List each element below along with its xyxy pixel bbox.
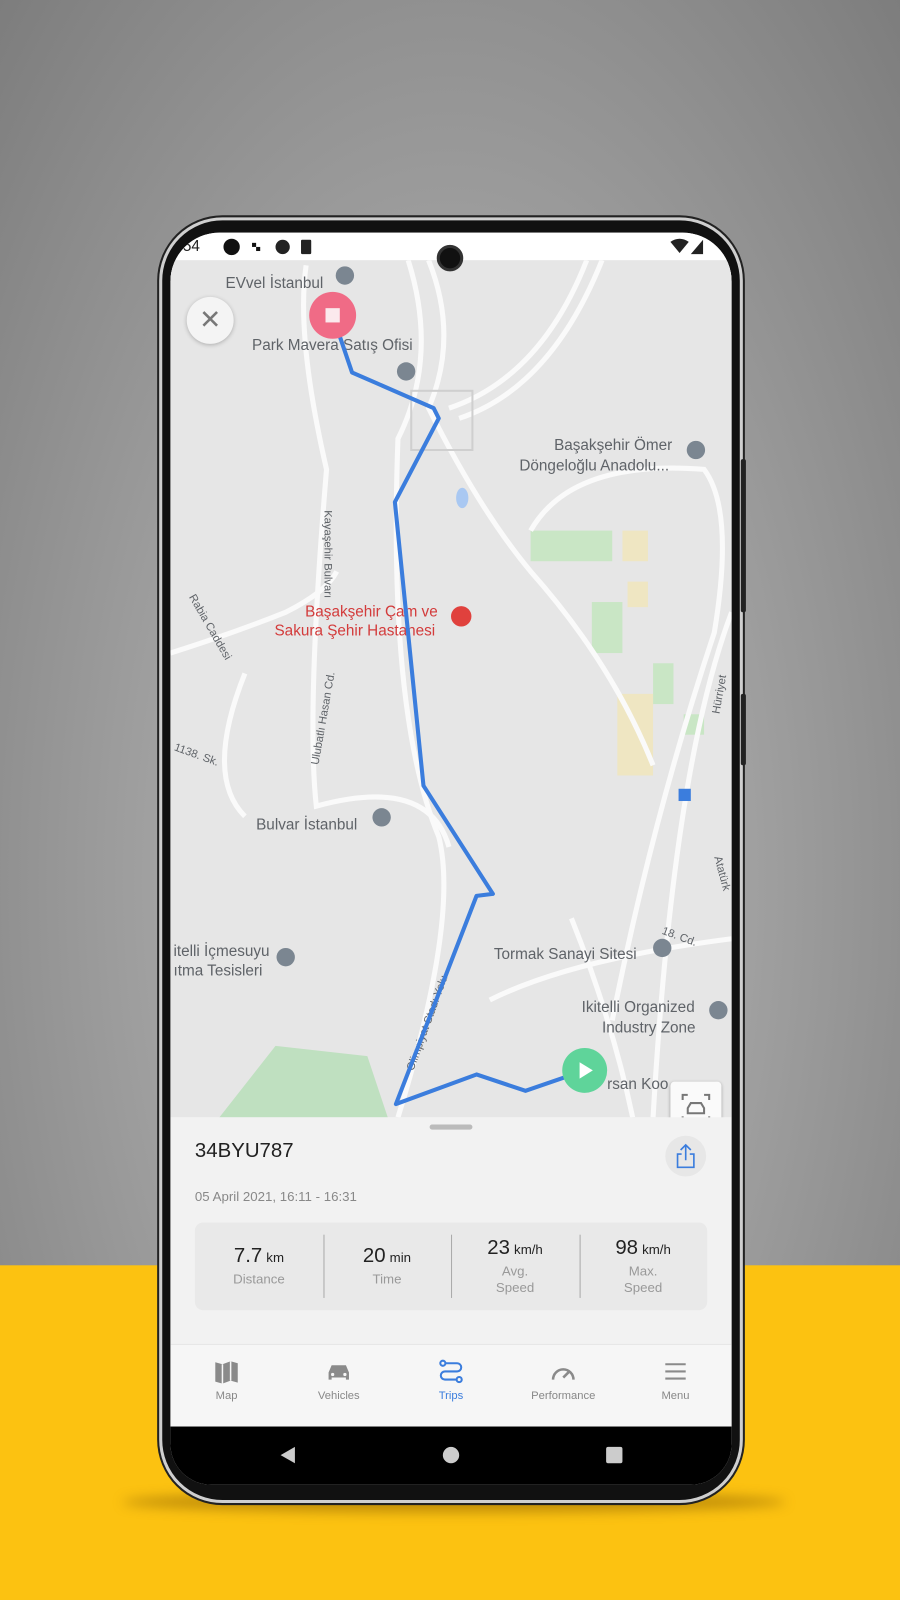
stat-value: 7.7 bbox=[233, 1244, 263, 1268]
stat-value: 98 bbox=[615, 1236, 639, 1260]
signal-wifi-icon bbox=[670, 238, 704, 255]
stat-label: Distance bbox=[233, 1271, 285, 1287]
trip-start-marker[interactable] bbox=[562, 1047, 608, 1093]
map-icon bbox=[215, 1361, 238, 1384]
svg-text:Tormak Sanayi Sitesi: Tormak Sanayi Sitesi bbox=[494, 946, 637, 963]
nav-item-performance[interactable]: Performance bbox=[507, 1345, 619, 1427]
hamburger-icon bbox=[665, 1363, 686, 1380]
nav-item-trips[interactable]: Trips bbox=[395, 1345, 507, 1427]
status-time: :54 bbox=[178, 237, 200, 256]
sheet-drag-handle[interactable] bbox=[429, 1124, 473, 1130]
nav-item-vehicles[interactable]: Vehicles bbox=[283, 1345, 395, 1427]
nav-item-map[interactable]: Map bbox=[170, 1345, 282, 1427]
nav-label: Menu bbox=[661, 1389, 690, 1403]
notification-icons bbox=[223, 238, 312, 256]
stat-label: Avg. Speed bbox=[495, 1263, 535, 1295]
stat-unit: km/h bbox=[642, 1241, 671, 1258]
svg-text:Başakşehir Ömer: Başakşehir Ömer bbox=[554, 436, 672, 454]
svg-text:Kayaşehir Bulvarı: Kayaşehir Bulvarı bbox=[321, 510, 333, 598]
vehicle-plate: 34BYU787 bbox=[194, 1139, 294, 1163]
svg-text:Başakşehir Çam ve: Başakşehir Çam ve bbox=[305, 603, 438, 620]
stat-label: Time bbox=[372, 1271, 402, 1287]
screen: :54 EVvel İstanbul Park Mavera Satış Ofi… bbox=[170, 232, 732, 1485]
stat-unit: km/h bbox=[514, 1241, 543, 1258]
power-button bbox=[740, 693, 746, 766]
svg-text:Industry Zone: Industry Zone bbox=[602, 1020, 696, 1037]
stat-time: 20 min Time bbox=[322, 1222, 451, 1310]
nav-label: Map bbox=[215, 1389, 238, 1403]
nav-label: Trips bbox=[438, 1389, 464, 1403]
back-icon[interactable] bbox=[280, 1446, 295, 1464]
stat-value: 20 bbox=[362, 1244, 386, 1268]
bottom-nav: Map Vehicles Trips Performance Menu bbox=[170, 1343, 732, 1427]
route-icon bbox=[439, 1359, 463, 1384]
svg-text:Döngeloğlu Anadolu...: Döngeloğlu Anadolu... bbox=[519, 457, 669, 474]
trip-date: 05 April 2021, 16:11 - 16:31 bbox=[194, 1188, 357, 1205]
share-icon bbox=[676, 1143, 695, 1169]
svg-text:Bulvar İstanbul: Bulvar İstanbul bbox=[256, 816, 357, 834]
stat-label: Max. Speed bbox=[623, 1263, 663, 1295]
stat-unit: km bbox=[266, 1249, 285, 1266]
home-icon[interactable] bbox=[442, 1446, 460, 1464]
stat-max-speed: 98 km/h Max. Speed bbox=[579, 1222, 707, 1310]
map-canvas[interactable]: EVvel İstanbul Park Mavera Satış Ofisi B… bbox=[170, 260, 732, 1118]
volume-button bbox=[740, 459, 746, 613]
system-nav-bar bbox=[170, 1426, 732, 1485]
recents-icon[interactable] bbox=[606, 1446, 623, 1464]
stat-distance: 7.7 km Distance bbox=[195, 1222, 323, 1310]
svg-text:itelli İçmesuyu: itelli İçmesuyu bbox=[173, 942, 269, 960]
share-button[interactable] bbox=[665, 1135, 707, 1177]
nav-label: Performance bbox=[531, 1389, 596, 1403]
stat-value: 23 bbox=[487, 1236, 510, 1260]
trip-map[interactable]: EVvel İstanbul Park Mavera Satış Ofisi B… bbox=[170, 260, 732, 1135]
metro-icon bbox=[678, 788, 691, 802]
svg-text:rsan Koo: rsan Koo bbox=[607, 1076, 668, 1093]
trip-details-sheet: 34BYU787 05 April 2021, 16:11 - 16:31 7.… bbox=[170, 1117, 732, 1344]
svg-text:Park Mavera Satış Ofisi: Park Mavera Satış Ofisi bbox=[252, 337, 413, 354]
speedometer-icon bbox=[551, 1368, 575, 1380]
trip-end-marker[interactable] bbox=[309, 291, 357, 339]
nav-item-menu[interactable]: Menu bbox=[619, 1345, 731, 1427]
svg-text:Sakura Şehir Hastanesi: Sakura Şehir Hastanesi bbox=[274, 623, 435, 640]
stat-unit: min bbox=[389, 1249, 412, 1266]
hospital-pin-icon bbox=[451, 606, 472, 627]
nav-label: Vehicles bbox=[317, 1389, 360, 1403]
trip-stats: 7.7 km Distance 20 min Time 23 km/h Avg. Speed… bbox=[194, 1222, 708, 1311]
svg-text:EVvel İstanbul: EVvel İstanbul bbox=[226, 274, 324, 292]
svg-text:Ikitelli Organized: Ikitelli Organized bbox=[582, 999, 695, 1016]
svg-text:ıtma Tesisleri: ıtma Tesisleri bbox=[173, 963, 262, 980]
front-camera bbox=[436, 244, 464, 272]
car-icon bbox=[328, 1365, 349, 1380]
stat-avg-speed: 23 km/h Avg. Speed bbox=[451, 1222, 579, 1310]
close-button[interactable]: ✕ bbox=[186, 296, 234, 344]
